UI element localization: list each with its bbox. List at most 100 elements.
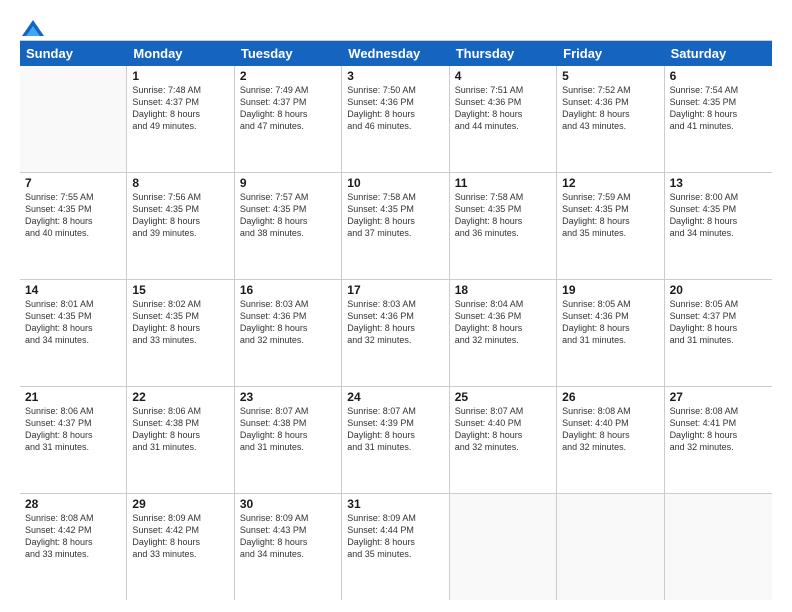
day-info: Sunrise: 7:55 AMSunset: 4:35 PMDaylight:…	[25, 191, 121, 240]
day-cell-14: 14Sunrise: 8:01 AMSunset: 4:35 PMDayligh…	[20, 280, 127, 386]
logo	[20, 18, 44, 32]
day-cell-10: 10Sunrise: 7:58 AMSunset: 4:35 PMDayligh…	[342, 173, 449, 279]
calendar-row-1: 1Sunrise: 7:48 AMSunset: 4:37 PMDaylight…	[20, 66, 772, 173]
page: SundayMondayTuesdayWednesdayThursdayFrid…	[0, 0, 792, 612]
weekday-header-tuesday: Tuesday	[235, 41, 342, 66]
day-info: Sunrise: 8:04 AMSunset: 4:36 PMDaylight:…	[455, 298, 551, 347]
day-cell-27: 27Sunrise: 8:08 AMSunset: 4:41 PMDayligh…	[665, 387, 772, 493]
day-number: 20	[670, 283, 767, 297]
day-info: Sunrise: 7:56 AMSunset: 4:35 PMDaylight:…	[132, 191, 228, 240]
day-info: Sunrise: 8:01 AMSunset: 4:35 PMDaylight:…	[25, 298, 121, 347]
day-info: Sunrise: 7:52 AMSunset: 4:36 PMDaylight:…	[562, 84, 658, 133]
weekday-header-saturday: Saturday	[665, 41, 772, 66]
day-info: Sunrise: 8:07 AMSunset: 4:39 PMDaylight:…	[347, 405, 443, 454]
day-number: 26	[562, 390, 658, 404]
day-info: Sunrise: 8:08 AMSunset: 4:41 PMDaylight:…	[670, 405, 767, 454]
day-info: Sunrise: 8:03 AMSunset: 4:36 PMDaylight:…	[347, 298, 443, 347]
day-cell-17: 17Sunrise: 8:03 AMSunset: 4:36 PMDayligh…	[342, 280, 449, 386]
day-number: 11	[455, 176, 551, 190]
weekday-header-friday: Friday	[557, 41, 664, 66]
day-number: 1	[132, 69, 228, 83]
day-cell-26: 26Sunrise: 8:08 AMSunset: 4:40 PMDayligh…	[557, 387, 664, 493]
calendar-row-2: 7Sunrise: 7:55 AMSunset: 4:35 PMDaylight…	[20, 173, 772, 280]
day-cell-4: 4Sunrise: 7:51 AMSunset: 4:36 PMDaylight…	[450, 66, 557, 172]
day-info: Sunrise: 8:09 AMSunset: 4:44 PMDaylight:…	[347, 512, 443, 561]
day-info: Sunrise: 7:54 AMSunset: 4:35 PMDaylight:…	[670, 84, 767, 133]
day-info: Sunrise: 8:07 AMSunset: 4:40 PMDaylight:…	[455, 405, 551, 454]
day-number: 5	[562, 69, 658, 83]
day-number: 16	[240, 283, 336, 297]
day-number: 24	[347, 390, 443, 404]
logo-icon	[22, 20, 44, 36]
day-cell-9: 9Sunrise: 7:57 AMSunset: 4:35 PMDaylight…	[235, 173, 342, 279]
day-cell-5: 5Sunrise: 7:52 AMSunset: 4:36 PMDaylight…	[557, 66, 664, 172]
day-info: Sunrise: 8:08 AMSunset: 4:42 PMDaylight:…	[25, 512, 121, 561]
day-cell-2: 2Sunrise: 7:49 AMSunset: 4:37 PMDaylight…	[235, 66, 342, 172]
day-cell-12: 12Sunrise: 7:59 AMSunset: 4:35 PMDayligh…	[557, 173, 664, 279]
day-info: Sunrise: 8:07 AMSunset: 4:38 PMDaylight:…	[240, 405, 336, 454]
day-cell-24: 24Sunrise: 8:07 AMSunset: 4:39 PMDayligh…	[342, 387, 449, 493]
day-info: Sunrise: 7:48 AMSunset: 4:37 PMDaylight:…	[132, 84, 228, 133]
empty-cell-4-5	[557, 494, 664, 600]
day-cell-19: 19Sunrise: 8:05 AMSunset: 4:36 PMDayligh…	[557, 280, 664, 386]
weekday-header-monday: Monday	[127, 41, 234, 66]
day-info: Sunrise: 8:00 AMSunset: 4:35 PMDaylight:…	[670, 191, 767, 240]
day-number: 27	[670, 390, 767, 404]
day-info: Sunrise: 8:05 AMSunset: 4:36 PMDaylight:…	[562, 298, 658, 347]
day-info: Sunrise: 8:06 AMSunset: 4:37 PMDaylight:…	[25, 405, 121, 454]
day-info: Sunrise: 7:58 AMSunset: 4:35 PMDaylight:…	[347, 191, 443, 240]
empty-cell-4-4	[450, 494, 557, 600]
day-info: Sunrise: 8:03 AMSunset: 4:36 PMDaylight:…	[240, 298, 336, 347]
day-number: 6	[670, 69, 767, 83]
day-info: Sunrise: 8:06 AMSunset: 4:38 PMDaylight:…	[132, 405, 228, 454]
day-cell-31: 31Sunrise: 8:09 AMSunset: 4:44 PMDayligh…	[342, 494, 449, 600]
day-info: Sunrise: 7:58 AMSunset: 4:35 PMDaylight:…	[455, 191, 551, 240]
day-cell-20: 20Sunrise: 8:05 AMSunset: 4:37 PMDayligh…	[665, 280, 772, 386]
day-cell-23: 23Sunrise: 8:07 AMSunset: 4:38 PMDayligh…	[235, 387, 342, 493]
day-number: 17	[347, 283, 443, 297]
day-number: 13	[670, 176, 767, 190]
day-number: 21	[25, 390, 121, 404]
day-cell-7: 7Sunrise: 7:55 AMSunset: 4:35 PMDaylight…	[20, 173, 127, 279]
day-info: Sunrise: 7:51 AMSunset: 4:36 PMDaylight:…	[455, 84, 551, 133]
header	[20, 18, 772, 32]
day-number: 9	[240, 176, 336, 190]
day-number: 29	[132, 497, 228, 511]
day-info: Sunrise: 8:09 AMSunset: 4:42 PMDaylight:…	[132, 512, 228, 561]
day-info: Sunrise: 7:57 AMSunset: 4:35 PMDaylight:…	[240, 191, 336, 240]
day-cell-13: 13Sunrise: 8:00 AMSunset: 4:35 PMDayligh…	[665, 173, 772, 279]
day-number: 4	[455, 69, 551, 83]
day-cell-15: 15Sunrise: 8:02 AMSunset: 4:35 PMDayligh…	[127, 280, 234, 386]
day-info: Sunrise: 7:49 AMSunset: 4:37 PMDaylight:…	[240, 84, 336, 133]
day-cell-11: 11Sunrise: 7:58 AMSunset: 4:35 PMDayligh…	[450, 173, 557, 279]
day-number: 7	[25, 176, 121, 190]
empty-cell-4-6	[665, 494, 772, 600]
calendar-row-4: 21Sunrise: 8:06 AMSunset: 4:37 PMDayligh…	[20, 387, 772, 494]
day-cell-22: 22Sunrise: 8:06 AMSunset: 4:38 PMDayligh…	[127, 387, 234, 493]
calendar: SundayMondayTuesdayWednesdayThursdayFrid…	[20, 40, 772, 600]
weekday-header-thursday: Thursday	[450, 41, 557, 66]
day-number: 3	[347, 69, 443, 83]
day-number: 22	[132, 390, 228, 404]
day-number: 8	[132, 176, 228, 190]
empty-cell-0-0	[20, 66, 127, 172]
day-info: Sunrise: 8:05 AMSunset: 4:37 PMDaylight:…	[670, 298, 767, 347]
day-info: Sunrise: 7:59 AMSunset: 4:35 PMDaylight:…	[562, 191, 658, 240]
day-cell-8: 8Sunrise: 7:56 AMSunset: 4:35 PMDaylight…	[127, 173, 234, 279]
weekday-header-sunday: Sunday	[20, 41, 127, 66]
day-number: 31	[347, 497, 443, 511]
day-number: 19	[562, 283, 658, 297]
day-cell-30: 30Sunrise: 8:09 AMSunset: 4:43 PMDayligh…	[235, 494, 342, 600]
day-cell-28: 28Sunrise: 8:08 AMSunset: 4:42 PMDayligh…	[20, 494, 127, 600]
day-info: Sunrise: 8:09 AMSunset: 4:43 PMDaylight:…	[240, 512, 336, 561]
day-number: 25	[455, 390, 551, 404]
day-cell-1: 1Sunrise: 7:48 AMSunset: 4:37 PMDaylight…	[127, 66, 234, 172]
day-info: Sunrise: 8:08 AMSunset: 4:40 PMDaylight:…	[562, 405, 658, 454]
day-cell-3: 3Sunrise: 7:50 AMSunset: 4:36 PMDaylight…	[342, 66, 449, 172]
calendar-header: SundayMondayTuesdayWednesdayThursdayFrid…	[20, 41, 772, 66]
day-number: 15	[132, 283, 228, 297]
day-cell-16: 16Sunrise: 8:03 AMSunset: 4:36 PMDayligh…	[235, 280, 342, 386]
day-info: Sunrise: 7:50 AMSunset: 4:36 PMDaylight:…	[347, 84, 443, 133]
day-number: 10	[347, 176, 443, 190]
day-number: 18	[455, 283, 551, 297]
